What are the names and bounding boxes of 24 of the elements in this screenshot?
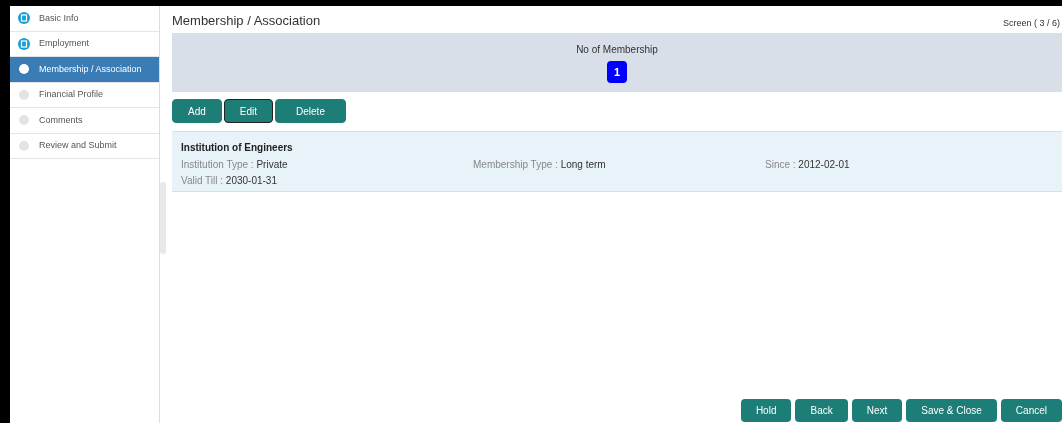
step-item[interactable]: Membership / Association	[10, 57, 159, 83]
record-field: Membership Type : Long term	[473, 157, 765, 175]
step-item[interactable]: Comments	[10, 108, 159, 134]
record-field: Institution Type : Private	[181, 157, 473, 175]
page-title: Membership / Association	[172, 14, 321, 27]
step-item[interactable]: Basic Info	[10, 6, 159, 32]
footer-button[interactable]: Next	[851, 399, 903, 422]
record-field: Since : 2012-02-01	[765, 157, 1053, 175]
action-button[interactable]: Delete	[275, 99, 346, 123]
action-button[interactable]: Add	[172, 99, 222, 123]
count-badge: 1	[607, 61, 627, 83]
step-item[interactable]: Financial Profile	[10, 82, 159, 108]
institution-name: Institution of Engineers	[181, 141, 294, 155]
step-item[interactable]: Review and Submit	[10, 133, 159, 159]
footer-button[interactable]: Hold	[740, 399, 792, 422]
summary-label: No of Membership	[576, 43, 658, 57]
scrollbar-handle[interactable]	[160, 182, 166, 254]
record-field: Valid Till : 2030-01-31	[181, 174, 473, 191]
membership-card[interactable]: Institution of Engineers Institution Type : Private Membership Type : Long term Since : 2012-02-01 Valid Till : 2030-01-31	[172, 131, 1062, 192]
footer-button[interactable]: Save & Close	[906, 399, 997, 422]
footer-button[interactable]: Back	[795, 399, 848, 422]
footer-button[interactable]: Cancel	[1000, 399, 1062, 422]
action-button[interactable]: Edit	[223, 99, 274, 123]
screen-counter: Screen ( 3 / 6)	[1002, 16, 1060, 30]
